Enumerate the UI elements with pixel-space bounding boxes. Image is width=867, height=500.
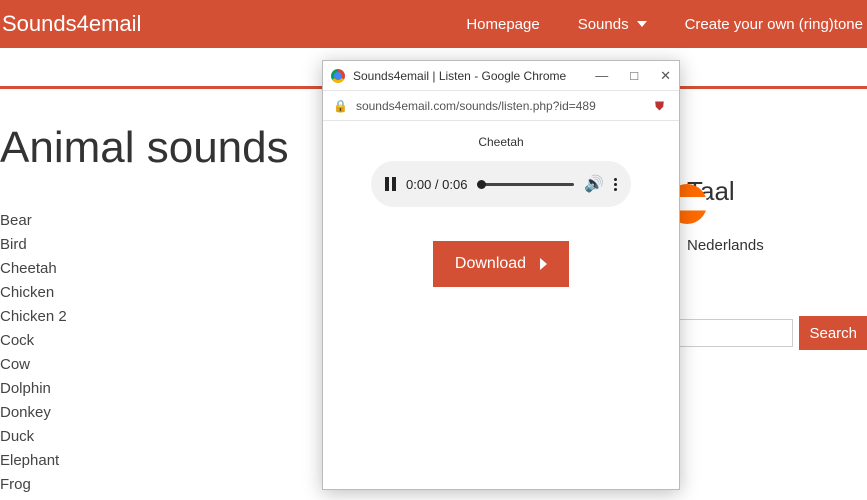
window-controls: — □ ✕ xyxy=(595,68,671,84)
popup-addressbar[interactable]: 🔒 sounds4email.com/sounds/listen.php?id=… xyxy=(323,91,679,121)
language-value[interactable]: Nederlands xyxy=(687,237,867,254)
brand-title[interactable]: Sounds4email xyxy=(0,11,141,37)
search-row: Search xyxy=(663,316,867,350)
audio-progress[interactable] xyxy=(477,183,574,186)
caret-down-icon xyxy=(637,21,647,27)
audio-time: 0:00 / 0:06 xyxy=(406,177,467,192)
sound-name: Cheetah xyxy=(478,135,523,149)
more-icon[interactable] xyxy=(614,178,617,191)
download-button[interactable]: Download xyxy=(433,241,569,287)
play-caret-icon xyxy=(540,258,547,270)
shield-icon[interactable]: ⛊ xyxy=(655,99,669,113)
listen-popup-window: Sounds4email | Listen - Google Chrome — … xyxy=(322,60,680,490)
language-heading: Taal xyxy=(687,176,867,207)
top-navbar: Sounds4email Homepage Sounds Create your… xyxy=(0,0,867,48)
chrome-icon xyxy=(331,69,345,83)
audio-player: 0:00 / 0:06 🔊 xyxy=(371,161,631,207)
nav-homepage[interactable]: Homepage xyxy=(466,16,539,33)
maximize-icon[interactable]: □ xyxy=(630,68,638,84)
nav-links: Homepage Sounds Create your own (ring)to… xyxy=(466,16,867,33)
volume-icon[interactable]: 🔊 xyxy=(584,174,604,194)
popup-body: Cheetah 0:00 / 0:06 🔊 Download xyxy=(323,121,679,489)
popup-titlebar[interactable]: Sounds4email | Listen - Google Chrome — … xyxy=(323,61,679,91)
sidebar: Taal Nederlands xyxy=(687,140,867,254)
lock-icon: 🔒 xyxy=(333,99,348,113)
popup-url: sounds4email.com/sounds/listen.php?id=48… xyxy=(356,99,596,113)
nav-create[interactable]: Create your own (ring)tone xyxy=(685,16,863,33)
search-button[interactable]: Search xyxy=(799,316,867,350)
search-input[interactable] xyxy=(663,319,793,347)
pause-icon[interactable] xyxy=(385,177,396,191)
nav-sounds[interactable]: Sounds xyxy=(578,16,647,33)
popup-window-title: Sounds4email | Listen - Google Chrome xyxy=(353,69,566,83)
minimize-icon[interactable]: — xyxy=(595,68,608,84)
close-icon[interactable]: ✕ xyxy=(660,68,671,84)
